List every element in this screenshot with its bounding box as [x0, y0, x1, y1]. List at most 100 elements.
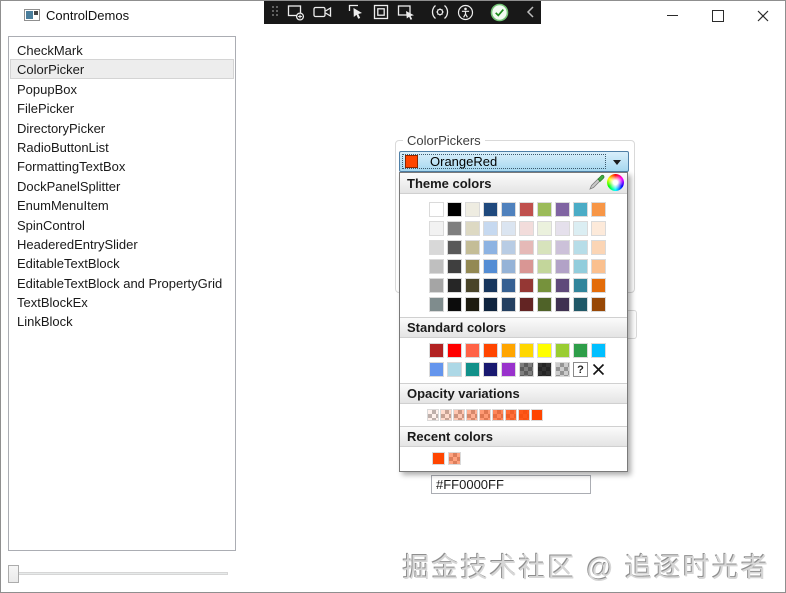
- color-swatch[interactable]: [537, 259, 552, 274]
- color-swatch[interactable]: [537, 343, 552, 358]
- color-swatch[interactable]: [465, 240, 480, 255]
- color-swatch[interactable]: [432, 452, 445, 465]
- sidebar-item-directorypicker[interactable]: DirectoryPicker: [10, 118, 234, 137]
- sidebar-item-radiobuttonlist[interactable]: RadioButtonList: [10, 137, 234, 156]
- color-swatch[interactable]: [537, 362, 552, 377]
- color-swatch[interactable]: [448, 452, 461, 465]
- color-swatch[interactable]: [465, 221, 480, 236]
- color-swatch[interactable]: [518, 409, 530, 421]
- video-camera-icon[interactable]: [313, 3, 332, 21]
- sidebar-item-editabletextblock[interactable]: EditableTextBlock: [10, 253, 234, 272]
- color-wheel-icon[interactable]: [607, 174, 624, 191]
- slider-track[interactable]: [8, 572, 228, 575]
- color-swatch[interactable]: [519, 343, 534, 358]
- sidebar-item-textblockex[interactable]: TextBlockEx: [10, 292, 234, 311]
- color-swatch[interactable]: [501, 240, 516, 255]
- color-swatch[interactable]: [429, 259, 444, 274]
- color-swatch[interactable]: [501, 202, 516, 217]
- accessibility-icon[interactable]: [457, 3, 474, 21]
- color-swatch[interactable]: [537, 297, 552, 312]
- chevron-down-icon[interactable]: [613, 160, 621, 165]
- color-swatch[interactable]: [573, 221, 588, 236]
- color-swatch[interactable]: [519, 221, 534, 236]
- color-swatch[interactable]: [555, 343, 570, 358]
- color-swatch[interactable]: [519, 202, 534, 217]
- color-swatch[interactable]: [483, 259, 498, 274]
- color-swatch[interactable]: [429, 343, 444, 358]
- color-swatch[interactable]: [591, 202, 606, 217]
- color-swatch[interactable]: [573, 343, 588, 358]
- color-swatch[interactable]: [591, 343, 606, 358]
- color-swatch[interactable]: [591, 240, 606, 255]
- color-swatch[interactable]: [483, 362, 498, 377]
- color-swatch[interactable]: [555, 297, 570, 312]
- color-swatch[interactable]: [429, 278, 444, 293]
- color-swatch[interactable]: [440, 409, 452, 421]
- color-swatch[interactable]: [501, 278, 516, 293]
- color-swatch[interactable]: [573, 278, 588, 293]
- color-picker-combobox[interactable]: OrangeRed: [399, 151, 629, 172]
- color-swatch[interactable]: [483, 297, 498, 312]
- maximize-button[interactable]: [695, 1, 740, 30]
- color-swatch[interactable]: [591, 221, 606, 236]
- sidebar-item-headeredentryslider[interactable]: HeaderedEntrySlider: [10, 234, 234, 253]
- sidebar-item-enummenuitem[interactable]: EnumMenuItem: [10, 195, 234, 214]
- color-swatch[interactable]: [537, 202, 552, 217]
- color-swatch[interactable]: [429, 362, 444, 377]
- color-swatch[interactable]: [453, 409, 465, 421]
- color-swatch[interactable]: [555, 240, 570, 255]
- color-swatch[interactable]: [537, 278, 552, 293]
- color-swatch[interactable]: [573, 297, 588, 312]
- nested-rectangle-select-icon[interactable]: [373, 3, 389, 21]
- collapse-left-icon[interactable]: [525, 3, 535, 21]
- color-swatch[interactable]: [479, 409, 491, 421]
- color-swatch[interactable]: [447, 278, 462, 293]
- color-swatch[interactable]: [465, 362, 480, 377]
- color-swatch[interactable]: [429, 202, 444, 217]
- color-swatch[interactable]: [492, 409, 504, 421]
- color-swatch[interactable]: [483, 278, 498, 293]
- color-swatch[interactable]: [447, 362, 462, 377]
- color-swatch[interactable]: [573, 259, 588, 274]
- sidebar-item-checkmark[interactable]: CheckMark: [10, 40, 234, 59]
- color-swatch[interactable]: [501, 343, 516, 358]
- color-swatch[interactable]: [555, 221, 570, 236]
- color-swatch[interactable]: [537, 240, 552, 255]
- color-swatch[interactable]: [531, 409, 543, 421]
- sidebar-item-formattingtextbox[interactable]: FormattingTextBox: [10, 156, 234, 175]
- color-swatch[interactable]: [483, 221, 498, 236]
- sidebar-item-popupbox[interactable]: PopupBox: [10, 79, 234, 98]
- color-swatch[interactable]: [427, 409, 439, 421]
- no-color-swatch[interactable]: [591, 362, 606, 377]
- color-swatch[interactable]: [447, 297, 462, 312]
- color-swatch[interactable]: [465, 278, 480, 293]
- sidebar-item-editabletextblock-and-propertygrid[interactable]: EditableTextBlock and PropertyGrid: [10, 273, 234, 292]
- color-swatch[interactable]: [591, 278, 606, 293]
- color-swatch[interactable]: [537, 221, 552, 236]
- sidebar-item-filepicker[interactable]: FilePicker: [10, 98, 234, 117]
- color-swatch[interactable]: [483, 202, 498, 217]
- sidebar-item-spincontrol[interactable]: SpinControl: [10, 215, 234, 234]
- color-swatch[interactable]: [465, 297, 480, 312]
- sidebar-item-colorpicker[interactable]: ColorPicker: [10, 59, 234, 79]
- color-swatch[interactable]: [501, 221, 516, 236]
- minimize-button[interactable]: [650, 1, 695, 30]
- color-swatch[interactable]: [519, 259, 534, 274]
- color-swatch[interactable]: [466, 409, 478, 421]
- color-swatch[interactable]: [505, 409, 517, 421]
- confirm-check-icon[interactable]: [490, 3, 509, 21]
- eyedropper-icon[interactable]: [588, 174, 605, 191]
- color-swatch[interactable]: [447, 259, 462, 274]
- cursor-flag-select-icon[interactable]: [348, 3, 365, 21]
- color-swatch[interactable]: [501, 259, 516, 274]
- color-swatch[interactable]: [465, 202, 480, 217]
- color-swatch[interactable]: [555, 259, 570, 274]
- color-swatch[interactable]: [591, 259, 606, 274]
- color-swatch[interactable]: [447, 221, 462, 236]
- undefined-color-swatch[interactable]: ?: [573, 362, 588, 377]
- color-swatch[interactable]: [447, 343, 462, 358]
- slider-thumb[interactable]: [8, 565, 19, 583]
- color-swatch[interactable]: [501, 362, 516, 377]
- color-swatch[interactable]: [519, 297, 534, 312]
- color-swatch[interactable]: [573, 240, 588, 255]
